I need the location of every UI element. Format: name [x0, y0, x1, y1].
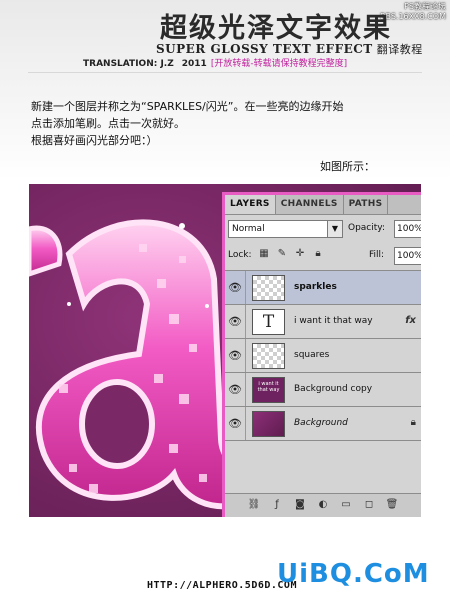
lock-options: ▦ ✎ ✛ 🔒︎ — [258, 248, 324, 259]
eye-icon[interactable]: 👁︎ — [225, 339, 246, 372]
layer-name: i want it that way — [294, 316, 373, 326]
instruction-line: 点击添加笔刷。点击一次就好。 — [31, 117, 185, 130]
tab-layers[interactable]: LAYERS — [225, 195, 276, 214]
figure-caption: 如图所示： — [320, 160, 375, 173]
site-logo: UiBQ.CoM — [277, 559, 430, 589]
footer-url: HTTP://ALPHERO.5D6D.COM — [147, 580, 297, 591]
text-layer-thumbnail: T — [252, 309, 285, 335]
instruction-line: 根据喜好画闪光部分吧：） — [31, 134, 158, 147]
layer-row-text[interactable]: 👁︎ T i want it that way fx — [225, 305, 421, 339]
layer-thumbnail: i want it that way — [252, 377, 285, 403]
layer-row-squares[interactable]: 👁︎ squares — [225, 339, 421, 373]
eye-icon[interactable]: 👁︎ — [225, 305, 246, 338]
fx-icon[interactable]: fx — [405, 315, 416, 326]
fill-label: Fill: — [369, 250, 385, 260]
lock-label: Lock: — [228, 250, 252, 260]
chevron-down-icon[interactable]: ▼ — [327, 221, 342, 237]
lock-icon: 🔒︎ — [410, 417, 416, 428]
fx-menu-icon[interactable]: ƒ — [270, 499, 284, 510]
translator: TRANSLATION: J.Z — [83, 59, 174, 69]
tutorial-screenshot: LAYERS CHANNELS PATHS Normal ▼ Opacity: … — [29, 184, 421, 517]
lock-position-icon[interactable]: ✛ — [294, 248, 306, 259]
page-subtitle: SUPER GLOSSY TEXT EFFECT 翻译教程 — [156, 41, 423, 57]
layer-name: Background — [294, 418, 348, 428]
trash-icon[interactable]: 🗑︎ — [385, 499, 399, 510]
layer-row-background[interactable]: 👁︎ Background 🔒︎ — [225, 407, 421, 441]
link-icon[interactable]: ⛓︎ — [247, 499, 261, 510]
layer-thumbnail — [252, 411, 285, 437]
layer-name: sparkles — [294, 282, 337, 292]
opacity-input[interactable]: 100% — [394, 220, 421, 238]
new-layer-icon[interactable]: ◻ — [362, 499, 376, 510]
lock-pixels-icon[interactable]: ✎ — [276, 248, 288, 259]
tab-paths[interactable]: PATHS — [344, 195, 389, 214]
lock-transparency-icon[interactable]: ▦ — [258, 248, 270, 259]
group-folder-icon[interactable]: ▭ — [339, 499, 353, 510]
credit-line: TRANSLATION: J.Z 2011 [开放转载-转载请保持教程完整度] — [83, 56, 347, 69]
layer-row-background-copy[interactable]: 👁︎ i want it that way Background copy — [225, 373, 421, 407]
blend-mode-select[interactable]: Normal ▼ — [228, 220, 343, 238]
eye-icon[interactable]: 👁︎ — [225, 271, 246, 304]
panel-tabs: LAYERS CHANNELS PATHS — [225, 195, 421, 215]
tab-channels[interactable]: CHANNELS — [276, 195, 344, 214]
instructions: 新建一个图层并称之为“SPARKLES/闪光”。在一些亮的边缘开始 点击添加笔刷… — [31, 98, 431, 149]
subtitle-cn: 翻译教程 — [376, 43, 423, 56]
layers-panel: LAYERS CHANNELS PATHS Normal ▼ Opacity: … — [222, 192, 421, 517]
layer-name: squares — [294, 350, 330, 360]
layer-name: Background copy — [294, 384, 373, 394]
blend-mode-value: Normal — [232, 224, 265, 234]
layers-list: 👁︎ sparkles 👁︎ T i want it that way fx 👁… — [225, 270, 421, 441]
lock-all-icon[interactable]: 🔒︎ — [312, 248, 324, 259]
panel-footer-icons: ⛓︎ ƒ ◙ ◐ ▭ ◻ 🗑︎ — [247, 499, 399, 510]
eye-icon[interactable]: 👁︎ — [225, 407, 246, 440]
subtitle-en: SUPER GLOSSY TEXT EFFECT — [156, 42, 373, 56]
opacity-label: Opacity: — [348, 223, 385, 233]
instruction-line: 新建一个图层并称之为“SPARKLES/闪光”。在一些亮的边缘开始 — [31, 100, 344, 113]
year: 2011 — [181, 59, 207, 69]
mask-icon[interactable]: ◙ — [293, 499, 307, 510]
adjustment-icon[interactable]: ◐ — [316, 499, 330, 510]
lock-fill-row: Lock: ▦ ✎ ✛ 🔒︎ Fill: 100% — [228, 247, 421, 265]
blend-opacity-row: Normal ▼ Opacity: 100% — [228, 220, 421, 238]
layer-thumbnail — [252, 275, 285, 301]
page-title: 超级光泽文字效果 — [160, 13, 392, 44]
layer-row-sparkles[interactable]: 👁︎ sparkles — [225, 271, 421, 305]
panel-footer: ⛓︎ ƒ ◙ ◐ ▭ ◻ 🗑︎ — [225, 493, 421, 517]
header-divider — [28, 72, 422, 73]
layer-thumbnail — [252, 343, 285, 369]
reprint-note: [开放转载-转载请保持教程完整度] — [210, 59, 348, 69]
fill-input[interactable]: 100% — [394, 247, 421, 265]
eye-icon[interactable]: 👁︎ — [225, 373, 246, 406]
